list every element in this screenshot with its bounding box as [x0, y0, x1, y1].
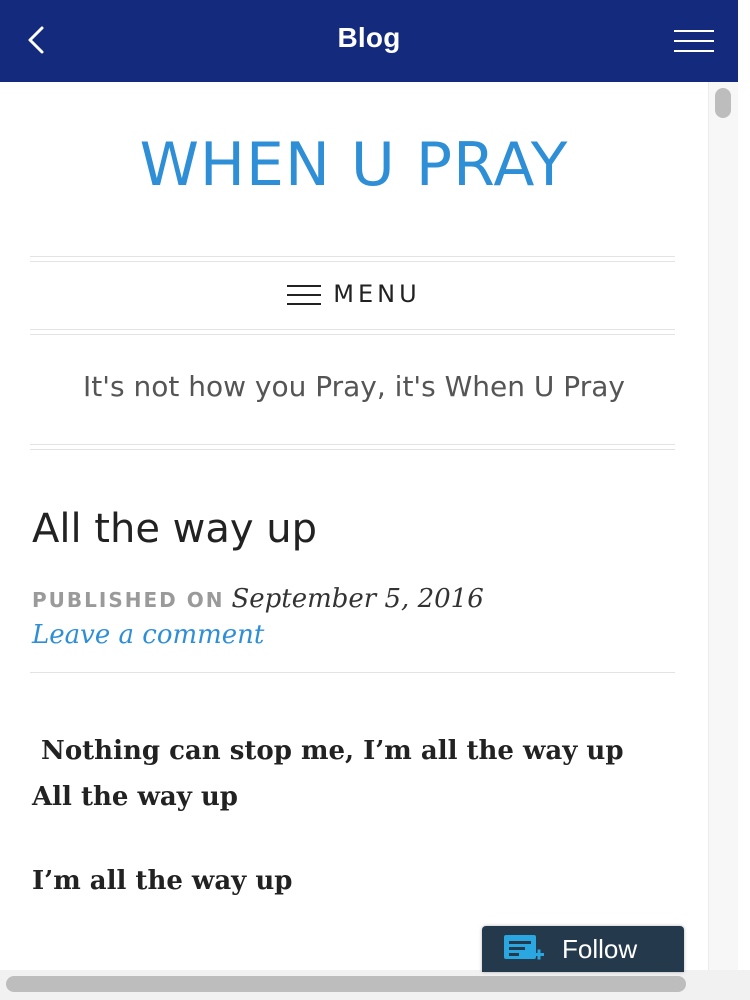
menu-label: MENU [333, 280, 421, 308]
post-date[interactable]: September 5, 2016 [231, 584, 483, 614]
divider [30, 444, 675, 445]
post-meta: PUBLISHED ON September 5, 2016 [32, 584, 484, 614]
published-label: PUBLISHED ON [32, 588, 225, 612]
hamburger-menu-button[interactable] [674, 30, 714, 54]
horizontal-scroll-thumb[interactable] [6, 976, 686, 992]
divider [30, 261, 675, 262]
divider [30, 334, 675, 335]
menu-toggle[interactable]: MENU [0, 280, 708, 308]
app-bar: Blog [0, 0, 738, 82]
post-line: I’m all the way up [32, 866, 293, 896]
post-line: All the way up [32, 782, 238, 812]
vertical-scrollbar[interactable] [708, 82, 738, 970]
post-line: Nothing can stop me, I’m all the way up [32, 736, 624, 766]
vertical-scroll-thumb[interactable] [715, 88, 731, 118]
app-bar-title: Blog [337, 22, 401, 53]
follow-label: Follow [562, 934, 638, 964]
divider [30, 329, 675, 330]
menu-icon [287, 285, 322, 305]
hamburger-icon [674, 30, 714, 32]
post-title[interactable]: All the way up [32, 506, 317, 552]
post-content: Nothing can stop me, I’m all the way up … [32, 728, 672, 904]
site-tagline: It's not how you Pray, it's When U Pray [83, 370, 625, 403]
reader-follow-icon [504, 935, 544, 960]
divider [30, 449, 675, 450]
follow-button[interactable]: Follow [482, 926, 684, 972]
site-title[interactable]: WHEN U PRAY [0, 130, 708, 200]
divider [30, 256, 675, 257]
leave-comment-link[interactable]: Leave a comment [32, 620, 264, 650]
divider [30, 672, 675, 673]
